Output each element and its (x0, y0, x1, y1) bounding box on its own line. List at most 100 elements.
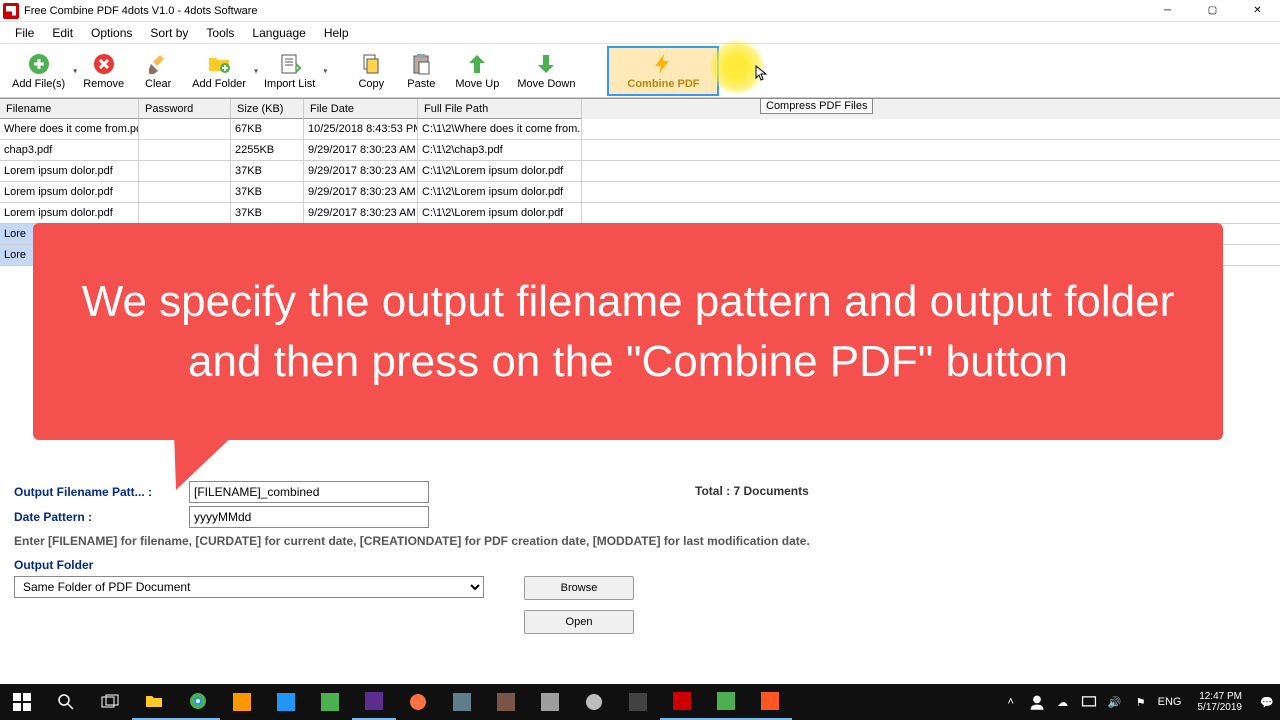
paste-label: Paste (407, 78, 435, 90)
cell-size: 37KB (231, 161, 304, 181)
titlebar: Free Combine PDF 4dots V1.0 - 4dots Soft… (0, 0, 1280, 22)
cell-size: 37KB (231, 203, 304, 223)
col-password[interactable]: Password (139, 99, 231, 119)
cell-password (139, 161, 231, 181)
app-icon-4[interactable] (440, 684, 484, 720)
clear-button[interactable]: Clear (134, 46, 182, 96)
cell-fullpath: C:\1\2\Where does it come from.pdf (418, 119, 582, 139)
flag-icon[interactable]: ⚑ (1132, 696, 1150, 709)
clear-label: Clear (145, 78, 171, 90)
app-icon-1[interactable] (220, 684, 264, 720)
combine-pdf-button[interactable]: Combine PDF (607, 46, 719, 96)
import-icon (278, 52, 302, 76)
browse-button[interactable]: Browse (524, 576, 634, 600)
app-icon-8[interactable] (616, 684, 660, 720)
cell-filedate: 9/29/2017 8:30:23 AM (304, 182, 418, 202)
move-down-label: Move Down (517, 78, 575, 90)
arrow-down-icon (534, 52, 558, 76)
network-icon[interactable] (1080, 693, 1098, 711)
vs-icon[interactable] (352, 684, 396, 720)
menu-file[interactable]: File (6, 24, 43, 42)
col-filename[interactable]: Filename (0, 99, 139, 119)
table-row[interactable]: Where does it come from.pdf67KB10/25/201… (0, 119, 1280, 140)
table-row[interactable]: Lorem ipsum dolor.pdf37KB9/29/2017 8:30:… (0, 161, 1280, 182)
cell-filedate: 10/25/2018 8:43:53 PM (304, 119, 418, 139)
taskview-button[interactable] (88, 684, 132, 720)
table-row[interactable]: Lorem ipsum dolor.pdf37KB9/29/2017 8:30:… (0, 203, 1280, 224)
tray-chevron-icon[interactable]: ˄ (1002, 696, 1020, 708)
lang-indicator[interactable]: ENG (1158, 696, 1182, 708)
menu-help[interactable]: Help (315, 24, 358, 42)
cell-password (139, 182, 231, 202)
app-icon-3[interactable] (308, 684, 352, 720)
lightning-icon (651, 52, 675, 76)
cell-filename: Lorem ipsum dolor.pdf (0, 161, 139, 181)
date-pattern-input[interactable] (189, 506, 429, 528)
app-icon-7[interactable] (572, 684, 616, 720)
copy-label: Copy (358, 78, 384, 90)
remove-icon (92, 52, 116, 76)
pdf-app-icon[interactable] (660, 684, 704, 720)
cell-fullpath: C:\1\2\chap3.pdf (418, 140, 582, 160)
cell-fullpath: C:\1\2\Lorem ipsum dolor.pdf (418, 182, 582, 202)
col-size[interactable]: Size (KB) (231, 99, 304, 119)
folder-plus-icon (207, 52, 231, 76)
copy-button[interactable]: Copy (347, 46, 395, 96)
clock[interactable]: 12:47 PM 5/17/2019 (1190, 691, 1251, 713)
cell-size: 37KB (231, 182, 304, 202)
import-list-label: Import List (264, 78, 315, 90)
firefox-icon[interactable] (396, 684, 440, 720)
add-files-label: Add File(s) (12, 78, 65, 90)
taskbar: ˄ ☁ 🔊 ⚑ ENG 12:47 PM 5/17/2019 💬 (0, 684, 1280, 720)
start-button[interactable] (0, 684, 44, 720)
people-icon[interactable] (1028, 693, 1046, 711)
col-fullpath[interactable]: Full File Path (418, 99, 582, 119)
add-files-button[interactable]: Add File(s) ▾ (4, 46, 73, 96)
col-filedate[interactable]: File Date (304, 99, 418, 119)
menu-language[interactable]: Language (243, 24, 314, 42)
app-icon (3, 3, 19, 19)
output-filename-pattern-input[interactable] (189, 481, 429, 503)
cell-size: 67KB (231, 119, 304, 139)
paste-button[interactable]: Paste (397, 46, 445, 96)
menu-options[interactable]: Options (82, 24, 141, 42)
open-button[interactable]: Open (524, 610, 634, 634)
maximize-button[interactable]: ▢ (1190, 0, 1235, 22)
table-row[interactable]: chap3.pdf2255KB9/29/2017 8:30:23 AMC:\1\… (0, 140, 1280, 161)
move-up-button[interactable]: Move Up (447, 46, 507, 96)
menu-sortby[interactable]: Sort by (141, 24, 197, 42)
menu-tools[interactable]: Tools (197, 24, 243, 42)
combine-label: Combine PDF (627, 78, 699, 90)
menubar: File Edit Options Sort by Tools Language… (0, 22, 1280, 44)
move-down-button[interactable]: Move Down (509, 46, 583, 96)
camtasia-icon[interactable] (704, 684, 748, 720)
cell-fullpath: C:\1\2\Lorem ipsum dolor.pdf (418, 203, 582, 223)
onedrive-icon[interactable]: ☁ (1054, 696, 1072, 709)
app-icon-6[interactable] (528, 684, 572, 720)
volume-icon[interactable]: 🔊 (1106, 696, 1124, 709)
add-folder-label: Add Folder (192, 78, 246, 90)
table-row[interactable]: Lorem ipsum dolor.pdf37KB9/29/2017 8:30:… (0, 182, 1280, 203)
notifications-icon[interactable]: 💬 (1258, 696, 1276, 709)
import-list-button[interactable]: Import List ▾ (256, 46, 323, 96)
minimize-button[interactable]: ─ (1145, 0, 1190, 22)
chrome-icon[interactable] (176, 684, 220, 720)
output-folder-select[interactable]: Same Folder of PDF Document (14, 576, 484, 598)
add-folder-button[interactable]: Add Folder ▾ (184, 46, 254, 96)
remove-button[interactable]: Remove (75, 46, 132, 96)
explorer-icon[interactable] (132, 684, 176, 720)
output-folder-label: Output Folder (14, 558, 1266, 572)
close-button[interactable]: ✕ (1235, 0, 1280, 22)
cell-password (139, 140, 231, 160)
plus-icon (27, 52, 51, 76)
search-button[interactable] (44, 684, 88, 720)
app-icon-5[interactable] (484, 684, 528, 720)
pattern-hint: Enter [FILENAME] for filename, [CURDATE]… (14, 534, 814, 548)
cell-password (139, 203, 231, 223)
recorder-icon[interactable] (748, 684, 792, 720)
app-icon-2[interactable] (264, 684, 308, 720)
menu-edit[interactable]: Edit (43, 24, 82, 42)
total-documents: Total : 7 Documents (695, 484, 809, 498)
copy-icon (359, 52, 383, 76)
cell-filedate: 9/29/2017 8:30:23 AM (304, 203, 418, 223)
